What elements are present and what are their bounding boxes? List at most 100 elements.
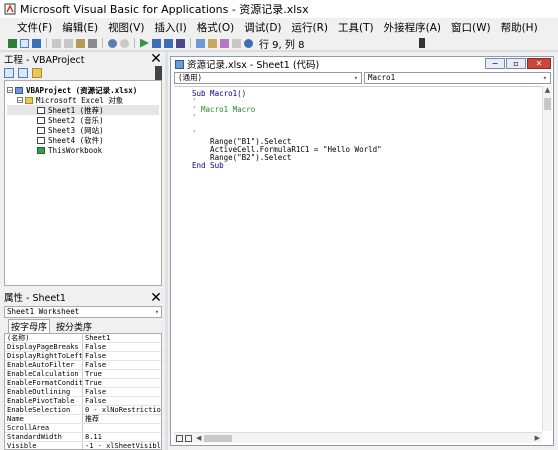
tab-alphabetic[interactable]: 按字母序 bbox=[8, 319, 51, 333]
insert-module-icon[interactable] bbox=[20, 38, 29, 48]
scroll-thumb[interactable] bbox=[544, 98, 551, 110]
reset-icon[interactable] bbox=[164, 38, 173, 48]
procedure-combo[interactable]: Macro1 ▾ bbox=[364, 72, 551, 84]
tree-item-sheet1[interactable]: Sheet1 (推荐) bbox=[7, 105, 159, 115]
property-row[interactable]: DisplayRightToLeft False bbox=[5, 352, 161, 361]
properties-object-select[interactable]: Sheet1 Worksheet ▾ bbox=[4, 306, 162, 318]
menu-window[interactable]: 窗口(W) bbox=[446, 20, 496, 35]
toolbox-icon[interactable] bbox=[232, 38, 241, 48]
property-row[interactable]: EnablePivotTable False bbox=[5, 397, 161, 406]
undo-icon[interactable] bbox=[108, 38, 117, 48]
property-name: Name bbox=[5, 415, 83, 423]
menu-insert[interactable]: 插入(I) bbox=[149, 20, 191, 35]
paste-icon[interactable] bbox=[76, 38, 85, 48]
view-code-icon[interactable] bbox=[4, 68, 14, 78]
tree-item-thisworkbook[interactable]: ThisWorkbook bbox=[7, 145, 159, 155]
property-row[interactable]: ScrollArea bbox=[5, 424, 161, 433]
menu-addins[interactable]: 外接程序(A) bbox=[379, 20, 446, 35]
scroll-thumb[interactable] bbox=[204, 434, 233, 442]
property-value[interactable]: False bbox=[83, 388, 161, 396]
property-row[interactable]: EnableCalculation True bbox=[5, 370, 161, 379]
property-row[interactable]: DisplayPageBreaks False bbox=[5, 343, 161, 352]
project-explorer-icon[interactable] bbox=[196, 38, 205, 48]
property-name: StandardWidth bbox=[5, 433, 83, 441]
design-mode-icon[interactable] bbox=[176, 38, 185, 48]
property-value[interactable]: False bbox=[83, 343, 161, 351]
project-panel-close-icon[interactable]: ✕ bbox=[150, 52, 162, 66]
procedure-view-icon[interactable] bbox=[176, 434, 183, 442]
property-row[interactable]: Name 推荐 bbox=[5, 415, 161, 424]
copy-icon[interactable] bbox=[64, 38, 73, 48]
close-icon[interactable]: ✕ bbox=[527, 58, 551, 69]
object-combo[interactable]: (通用) ▾ bbox=[174, 72, 362, 84]
tab-categorized[interactable]: 按分类序 bbox=[56, 320, 92, 333]
menu-format[interactable]: 格式(O) bbox=[192, 20, 239, 35]
menu-debug[interactable]: 调试(D) bbox=[239, 20, 286, 35]
save-icon[interactable] bbox=[32, 38, 41, 48]
property-row[interactable]: (名称) Sheet1 bbox=[5, 334, 161, 343]
chevron-down-icon: ▾ bbox=[154, 308, 159, 316]
menu-file[interactable]: 文件(F) bbox=[12, 20, 57, 35]
run-icon[interactable] bbox=[140, 38, 149, 48]
menu-help[interactable]: 帮助(H) bbox=[496, 20, 543, 35]
toggle-folders-icon[interactable] bbox=[32, 68, 42, 78]
code-editor[interactable]: Sub Macro1() ' ' Macro1 Macro ' ' Range(… bbox=[174, 86, 542, 431]
property-value[interactable]: -1 - xlSheetVisibl bbox=[83, 442, 161, 449]
panel-splitter[interactable] bbox=[165, 52, 168, 450]
property-row[interactable]: EnableOutlining False bbox=[5, 388, 161, 397]
vba-app-icon bbox=[4, 3, 16, 15]
view-object-icon[interactable] bbox=[18, 68, 28, 78]
property-value[interactable] bbox=[83, 424, 161, 432]
redo-icon[interactable] bbox=[120, 38, 129, 48]
properties-panel-close-icon[interactable]: ✕ bbox=[150, 291, 162, 305]
property-value[interactable]: Sheet1 bbox=[83, 334, 161, 342]
scroll-left-icon[interactable]: ◀ bbox=[196, 434, 201, 442]
scroll-up-icon[interactable]: ▲ bbox=[543, 86, 552, 95]
toolbar-options-grip[interactable] bbox=[419, 38, 425, 48]
property-value[interactable]: 推荐 bbox=[83, 415, 161, 423]
menu-view[interactable]: 视图(V) bbox=[103, 20, 149, 35]
collapse-icon[interactable]: − bbox=[7, 87, 13, 94]
tree-item-sheet4[interactable]: Sheet4 (软件) bbox=[7, 135, 159, 145]
collapse-icon[interactable]: − bbox=[17, 97, 23, 104]
code-vertical-scrollbar[interactable]: ▲ bbox=[542, 86, 552, 431]
tree-item-sheet3[interactable]: Sheet3 (网站) bbox=[7, 125, 159, 135]
window-controls: − ▫ ✕ bbox=[485, 58, 551, 69]
help-icon[interactable] bbox=[244, 38, 253, 48]
tree-item-sheet2[interactable]: Sheet2 (音乐) bbox=[7, 115, 159, 125]
menu-edit[interactable]: 编辑(E) bbox=[57, 20, 103, 35]
scroll-right-icon[interactable]: ▶ bbox=[535, 434, 540, 442]
code-horizontal-scrollbar[interactable]: ◀ ▶ bbox=[174, 432, 542, 443]
toolbar-divider bbox=[102, 38, 103, 48]
property-value[interactable]: False bbox=[83, 361, 161, 369]
property-value[interactable]: 8.11 bbox=[83, 433, 161, 441]
tree-folder[interactable]: − Microsoft Excel 对象 bbox=[7, 95, 159, 105]
property-value[interactable]: True bbox=[83, 379, 161, 387]
restore-icon[interactable]: ▫ bbox=[506, 58, 526, 69]
menu-run[interactable]: 运行(R) bbox=[287, 20, 334, 35]
tree-root[interactable]: − VBAProject (资源记录.xlsx) bbox=[7, 85, 159, 95]
break-icon[interactable] bbox=[152, 38, 161, 48]
properties-window-icon[interactable] bbox=[208, 38, 217, 48]
full-module-view-icon[interactable] bbox=[185, 434, 192, 442]
minimize-icon[interactable]: − bbox=[485, 58, 505, 69]
property-value[interactable]: False bbox=[83, 352, 161, 360]
cut-icon[interactable] bbox=[52, 38, 61, 48]
project-panel-scrollbar[interactable] bbox=[155, 66, 162, 80]
project-panel-title: 工程 - VBAProject bbox=[4, 55, 85, 66]
property-row[interactable]: Visible -1 - xlSheetVisibl bbox=[5, 442, 161, 449]
property-value[interactable]: True bbox=[83, 370, 161, 378]
property-row[interactable]: EnableFormatConditi True bbox=[5, 379, 161, 388]
property-name: ScrollArea bbox=[5, 424, 83, 432]
property-name: EnableFormatConditi bbox=[7, 379, 83, 387]
property-row[interactable]: StandardWidth 8.11 bbox=[5, 433, 161, 442]
module-icon bbox=[175, 59, 184, 69]
excel-view-icon[interactable] bbox=[8, 38, 17, 48]
object-browser-icon[interactable] bbox=[220, 38, 229, 48]
property-row[interactable]: EnableSelection 0 - xlNoRestrictio bbox=[5, 406, 161, 415]
property-value[interactable]: 0 - xlNoRestrictio bbox=[83, 406, 161, 414]
property-value[interactable]: False bbox=[83, 397, 161, 405]
find-icon[interactable] bbox=[88, 38, 97, 48]
menu-tools[interactable]: 工具(T) bbox=[333, 20, 379, 35]
property-row[interactable]: EnableAutoFilter False bbox=[5, 361, 161, 370]
